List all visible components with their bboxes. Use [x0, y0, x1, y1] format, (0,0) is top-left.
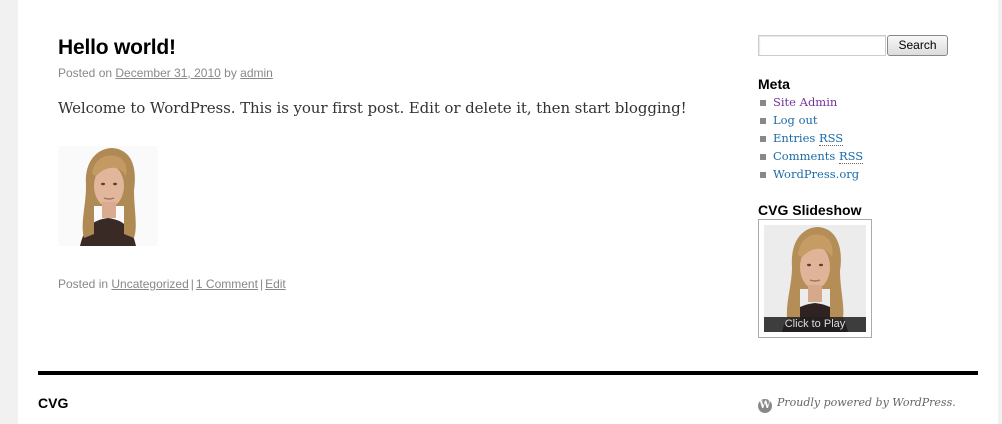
- meta-widget-title: Meta: [758, 76, 790, 92]
- post-image: [58, 146, 158, 246]
- author-link[interactable]: admin: [240, 66, 273, 80]
- comments-label: Comments: [773, 149, 836, 163]
- rss-abbr: RSS: [838, 149, 864, 164]
- post-meta: Posted on December 31, 2010 by admin: [58, 66, 273, 80]
- post-title[interactable]: Hello world!: [58, 36, 176, 60]
- comments-rss-link[interactable]: Comments RSS: [773, 149, 864, 164]
- list-item: Log out: [758, 113, 863, 131]
- powered-by-text[interactable]: Proudly powered by WordPress.: [777, 396, 956, 409]
- search-button[interactable]: Search: [887, 35, 948, 56]
- by-label: by: [224, 66, 237, 80]
- slideshow-image: [764, 225, 866, 332]
- wordpress-org-link[interactable]: WordPress.org: [773, 167, 859, 181]
- footer-divider: [38, 371, 978, 375]
- meta-list: Site Admin Log out Entries RSS Comments …: [758, 95, 864, 185]
- list-item: Entries RSS: [758, 131, 863, 149]
- post-content: Welcome to WordPress. This is your first…: [58, 99, 687, 117]
- post-footer: Posted in Uncategorized | 1 Comment | Edit: [58, 277, 286, 291]
- posted-on-label: Posted on: [58, 66, 113, 80]
- separator: |: [259, 277, 264, 291]
- posted-in-label: Posted in: [58, 277, 109, 291]
- edit-link[interactable]: Edit: [265, 277, 286, 291]
- entries-label: Entries: [773, 131, 816, 145]
- list-item: WordPress.org: [758, 167, 863, 185]
- click-to-play-button[interactable]: Click to Play: [764, 317, 866, 332]
- page-wrapper: Hello world! Posted on December 31, 2010…: [18, 0, 998, 424]
- entries-rss-link[interactable]: Entries RSS: [773, 131, 844, 146]
- list-item: Site Admin: [758, 95, 863, 113]
- log-out-link[interactable]: Log out: [773, 113, 818, 127]
- post-date-link[interactable]: December 31, 2010: [115, 66, 220, 80]
- rss-abbr: RSS: [818, 131, 844, 146]
- list-item: Comments RSS: [758, 149, 864, 167]
- slideshow-widget[interactable]: Click to Play: [758, 219, 872, 338]
- search-input[interactable]: [758, 35, 886, 56]
- powered-by[interactable]: W Proudly powered by WordPress.: [758, 396, 956, 413]
- footer-site-name[interactable]: CVG: [38, 395, 68, 411]
- slideshow-widget-title: CVG Slideshow: [758, 202, 862, 218]
- slideshow-frame[interactable]: Click to Play: [764, 225, 866, 332]
- wordpress-logo-icon: W: [758, 399, 772, 413]
- category-link[interactable]: Uncategorized: [111, 277, 188, 291]
- woman-portrait-image: [58, 146, 158, 246]
- comments-link[interactable]: 1 Comment: [196, 277, 258, 291]
- separator: |: [190, 277, 194, 291]
- site-admin-link[interactable]: Site Admin: [773, 95, 837, 109]
